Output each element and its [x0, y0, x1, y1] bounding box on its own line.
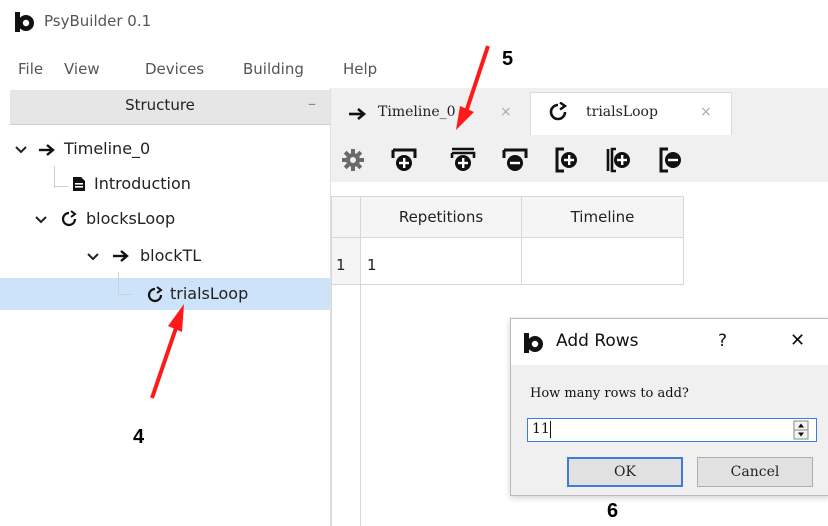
dialog-help-button[interactable]: ? — [718, 331, 727, 351]
menu-file[interactable]: File — [18, 60, 43, 78]
tree-item-blocksloop[interactable]: blocksLoop — [86, 209, 175, 228]
loop-icon — [61, 210, 77, 227]
loop-icon — [147, 286, 163, 303]
menu-help[interactable]: Help — [343, 60, 377, 78]
tree-guide — [54, 166, 55, 188]
dialog-prompt: How many rows to add? — [530, 386, 689, 401]
add-columns-icon[interactable] — [606, 147, 632, 173]
menu-view[interactable]: View — [64, 60, 100, 78]
table-cell-timeline[interactable] — [521, 237, 684, 285]
text-cursor — [550, 421, 551, 438]
annotation-label-6: 6 — [607, 500, 619, 522]
arrow-right-icon — [349, 108, 367, 120]
tab-trialsloop-label: trialsLoop — [586, 104, 658, 120]
tab-timeline-label: Timeline_0 — [378, 104, 456, 120]
panel-minimize-button[interactable]: – — [308, 94, 316, 113]
tree-guide — [118, 294, 132, 295]
add-rows-icon[interactable] — [450, 147, 476, 173]
remove-row-icon[interactable] — [502, 147, 528, 173]
gear-icon[interactable] — [340, 147, 366, 173]
tree-item-introduction[interactable]: Introduction — [94, 174, 191, 193]
row-header-border — [360, 285, 361, 526]
menu-building[interactable]: Building — [243, 60, 304, 78]
add-row-above-icon[interactable] — [391, 147, 417, 173]
dialog-close-button[interactable]: ✕ — [790, 330, 805, 351]
row-header[interactable]: 1 — [331, 237, 361, 285]
tab-timeline-close-icon[interactable]: × — [500, 104, 512, 120]
row-header-border — [331, 285, 332, 526]
annotation-label-5: 5 — [502, 48, 514, 70]
tree-selection-highlight — [0, 278, 330, 310]
rows-count-value: 11 — [532, 421, 550, 437]
rows-count-spinbox[interactable] — [527, 418, 817, 442]
annotation-label-4: 4 — [133, 426, 145, 448]
tree-guide — [118, 272, 119, 295]
loop-icon — [549, 102, 568, 121]
cancel-button[interactable]: Cancel — [697, 457, 813, 487]
app-title: PsyBuilder 0.1 — [44, 12, 152, 30]
table-corner — [331, 196, 361, 238]
column-header-repetitions[interactable]: Repetitions — [360, 196, 522, 238]
tree-guide — [54, 186, 68, 187]
psybuilder-logo-icon — [15, 12, 34, 32]
menu-bar — [0, 56, 828, 84]
spinbox-arrows-icon[interactable] — [788, 420, 814, 440]
chevron-down-icon[interactable] — [34, 213, 48, 227]
arrow-right-icon — [113, 250, 129, 262]
chevron-down-icon[interactable] — [14, 143, 28, 157]
tree-item-timeline[interactable]: Timeline_0 — [64, 139, 150, 158]
arrow-right-icon — [39, 144, 55, 156]
tree-item-blocktl[interactable]: blockTL — [140, 246, 201, 265]
dialog-title: Add Rows — [556, 331, 639, 351]
table-cell-repetitions[interactable]: 1 — [360, 237, 522, 285]
ok-button[interactable]: OK — [567, 457, 683, 487]
column-header-timeline[interactable]: Timeline — [521, 196, 684, 238]
tree-item-trialsloop[interactable]: trialsLoop — [170, 284, 248, 303]
remove-column-icon[interactable] — [658, 147, 684, 173]
structure-title: Structure — [125, 96, 195, 114]
add-column-icon[interactable] — [554, 147, 580, 173]
menu-devices[interactable]: Devices — [145, 60, 204, 78]
psybuilder-logo-icon — [524, 333, 543, 353]
tab-trialsloop-close-icon[interactable]: × — [700, 104, 712, 120]
chevron-down-icon[interactable] — [86, 250, 100, 264]
document-icon — [73, 177, 85, 191]
